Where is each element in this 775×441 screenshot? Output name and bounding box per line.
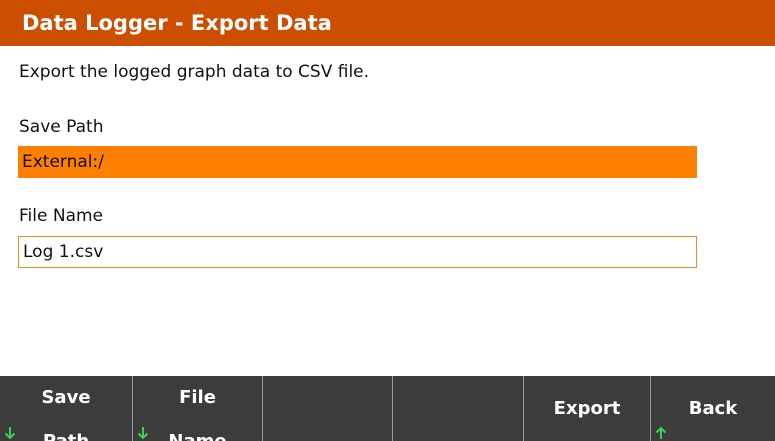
file-name-value: Log 1.csv	[23, 242, 104, 262]
export-softkey[interactable]: Export	[524, 376, 651, 441]
empty-softkey-4[interactable]	[393, 376, 524, 441]
export-data-screen: Data Logger - Export Data Export the log…	[0, 0, 775, 441]
description-text: Export the logged graph data to CSV file…	[19, 62, 370, 82]
arrow-up-icon	[655, 426, 667, 439]
softkey-bar: Save Path File Name Export Back	[0, 376, 775, 441]
screen-title: Data Logger - Export Data	[0, 0, 775, 46]
save-path-softkey-line1: Save	[41, 386, 91, 408]
arrow-down-icon	[137, 427, 149, 440]
arrow-down-icon	[4, 427, 16, 440]
save-path-field[interactable]: External:/	[18, 146, 697, 178]
back-softkey[interactable]: Back	[651, 376, 775, 441]
save-path-softkey[interactable]: Save Path	[0, 376, 133, 441]
file-name-softkey-line2: Name	[168, 430, 227, 441]
save-path-value: External:/	[22, 152, 104, 172]
file-name-softkey-line1: File	[179, 386, 216, 408]
export-softkey-label: Export	[553, 397, 621, 419]
file-name-label: File Name	[19, 206, 104, 226]
back-softkey-label: Back	[688, 397, 738, 419]
file-name-softkey[interactable]: File Name	[133, 376, 263, 441]
save-path-label: Save Path	[19, 117, 104, 137]
empty-softkey-3[interactable]	[263, 376, 393, 441]
screen-title-text: Data Logger - Export Data	[22, 11, 332, 35]
save-path-softkey-line2: Path	[42, 430, 90, 441]
file-name-field[interactable]: Log 1.csv	[18, 236, 697, 268]
